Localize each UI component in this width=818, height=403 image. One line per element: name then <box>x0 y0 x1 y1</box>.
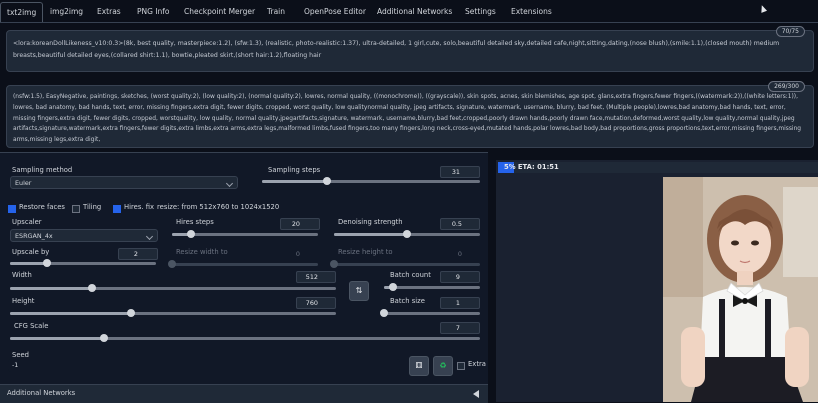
tiling-checkbox[interactable] <box>72 205 80 213</box>
seed-label: Seed <box>12 351 29 359</box>
random-seed-dice-icon[interactable]: ⚅ <box>409 356 429 376</box>
hires-steps-value: 20 <box>291 220 300 228</box>
slider-handle[interactable] <box>403 230 411 238</box>
restore-faces-label: Restore faces <box>19 203 65 211</box>
prompt-text: <lora:koreanDollLikeness_v10:0.3>(8k, be… <box>13 40 780 59</box>
slider-handle[interactable] <box>87 284 96 292</box>
progress-text: 5% ETA: 01:51 <box>504 163 559 171</box>
upscale-by-slider[interactable] <box>10 259 156 267</box>
sampling-method-select[interactable]: Euler <box>10 176 238 189</box>
negative-prompt-textarea[interactable]: 269/300 (nsfw:1.5), EasyNegative, painti… <box>6 81 814 148</box>
chevron-down-icon <box>225 179 234 188</box>
tiling-label: Tiling <box>83 203 102 211</box>
slider-handle[interactable] <box>126 309 135 317</box>
width-value: 512 <box>305 273 318 281</box>
cfg-scale-label: CFG Scale <box>14 322 49 330</box>
hires-resize-note: resize: from 512x760 to 1024x1520 <box>157 203 280 211</box>
height-slider[interactable] <box>10 309 336 317</box>
tab-settings[interactable]: Settings <box>465 4 496 20</box>
denoising-strength-value: 0.5 <box>451 220 462 228</box>
height-value: 760 <box>305 299 318 307</box>
extra-seed-label: Extra <box>468 360 486 368</box>
tab-checkpoint-merger[interactable]: Checkpoint Merger <box>184 4 255 20</box>
slider-fill <box>10 287 92 290</box>
tab-openpose-editor[interactable]: OpenPose Editor <box>304 4 366 20</box>
batch-size-label: Batch size <box>390 297 425 305</box>
slider-fill <box>10 262 47 265</box>
swap-dimensions-icon[interactable]: ⇅ <box>349 281 369 301</box>
portrait-image <box>663 177 818 402</box>
width-label: Width <box>12 271 32 279</box>
denoising-strength-slider[interactable] <box>334 230 480 238</box>
width-slider[interactable] <box>10 284 336 292</box>
tab-additional-networks[interactable]: Additional Networks <box>377 4 452 20</box>
hires-steps-label: Hires steps <box>176 218 214 226</box>
progress-bar: 5% ETA: 01:51 <box>498 162 818 173</box>
slider-handle[interactable] <box>168 260 176 268</box>
resize-height-slider[interactable] <box>330 260 480 268</box>
seed-value: -1 <box>12 361 19 369</box>
resize-width-slider[interactable] <box>168 260 318 268</box>
upscale-by-label: Upscale by <box>12 248 50 256</box>
tab-extras[interactable]: Extras <box>97 4 121 20</box>
resize-height-label: Resize height to <box>338 248 393 256</box>
resize-width-value: 0 <box>295 250 300 258</box>
prompt-token-counter: 70/75 <box>775 26 805 37</box>
upscaler-select[interactable]: ESRGAN_4x <box>10 229 158 242</box>
chevron-down-icon <box>145 232 154 241</box>
slider-handle[interactable] <box>380 309 388 317</box>
resize-width-label: Resize width to <box>176 248 228 256</box>
height-label: Height <box>12 297 35 305</box>
seed-input[interactable]: -1 <box>8 359 400 372</box>
slider-handle[interactable] <box>330 260 338 268</box>
denoising-strength-label: Denoising strength <box>338 218 403 226</box>
sampling-method-label: Sampling method <box>12 166 73 174</box>
batch-size-value: 1 <box>455 299 460 307</box>
hires-fix-label: Hires. fix <box>124 203 154 211</box>
sampling-steps-slider[interactable] <box>262 177 480 185</box>
tab-train[interactable]: Train <box>267 4 285 20</box>
tab-bar: txt2img img2img Extras PNG Info Checkpoi… <box>0 0 818 23</box>
negative-prompt-text: (nsfw:1.5), EasyNegative, paintings, ske… <box>13 94 802 144</box>
sampling-method-value: Euler <box>15 179 32 187</box>
tab-img2img[interactable]: img2img <box>50 4 83 20</box>
upscaler-value: ESRGAN_4x <box>15 232 53 240</box>
tab-extensions[interactable]: Extensions <box>511 4 552 20</box>
sampling-steps-label: Sampling steps <box>268 166 321 174</box>
sampling-steps-value: 31 <box>451 168 460 176</box>
collapse-arrow-icon <box>473 390 479 398</box>
slider-fill <box>10 337 104 340</box>
tab-txt2img[interactable]: txt2img <box>0 2 44 22</box>
hires-steps-slider[interactable] <box>172 230 318 238</box>
restore-faces-checkbox[interactable] <box>8 205 16 213</box>
additional-networks-label: Additional Networks <box>7 389 76 397</box>
resize-height-value: 0 <box>457 250 462 258</box>
slider-handle[interactable] <box>388 283 397 291</box>
batch-count-slider[interactable] <box>384 283 480 291</box>
slider-handle[interactable] <box>186 230 195 238</box>
batch-count-label: Batch count <box>390 271 431 279</box>
slider-fill <box>10 312 131 315</box>
negative-prompt-token-counter: 269/300 <box>768 81 805 92</box>
slider-fill <box>334 233 407 236</box>
hires-fix-checkbox[interactable] <box>113 205 121 213</box>
additional-networks-accordion[interactable]: Additional Networks <box>0 384 488 403</box>
upscaler-label: Upscaler <box>12 218 42 226</box>
cfg-scale-slider[interactable] <box>10 334 480 342</box>
batch-size-slider[interactable] <box>380 309 480 317</box>
slider-handle[interactable] <box>100 334 108 342</box>
cfg-scale-value: 7 <box>455 324 460 332</box>
reuse-seed-recycle-icon[interactable]: ♻ <box>433 356 453 376</box>
tab-png-info[interactable]: PNG Info <box>137 4 170 20</box>
upscale-by-value: 2 <box>133 250 138 258</box>
slider-handle[interactable] <box>42 259 51 267</box>
slider-fill <box>262 180 328 183</box>
generated-image-preview[interactable] <box>663 177 818 402</box>
batch-count-value: 9 <box>455 273 460 281</box>
extra-seed-checkbox[interactable] <box>457 362 465 370</box>
prompt-textarea[interactable]: 70/75 <lora:koreanDollLikeness_v10:0.3>(… <box>6 26 814 72</box>
